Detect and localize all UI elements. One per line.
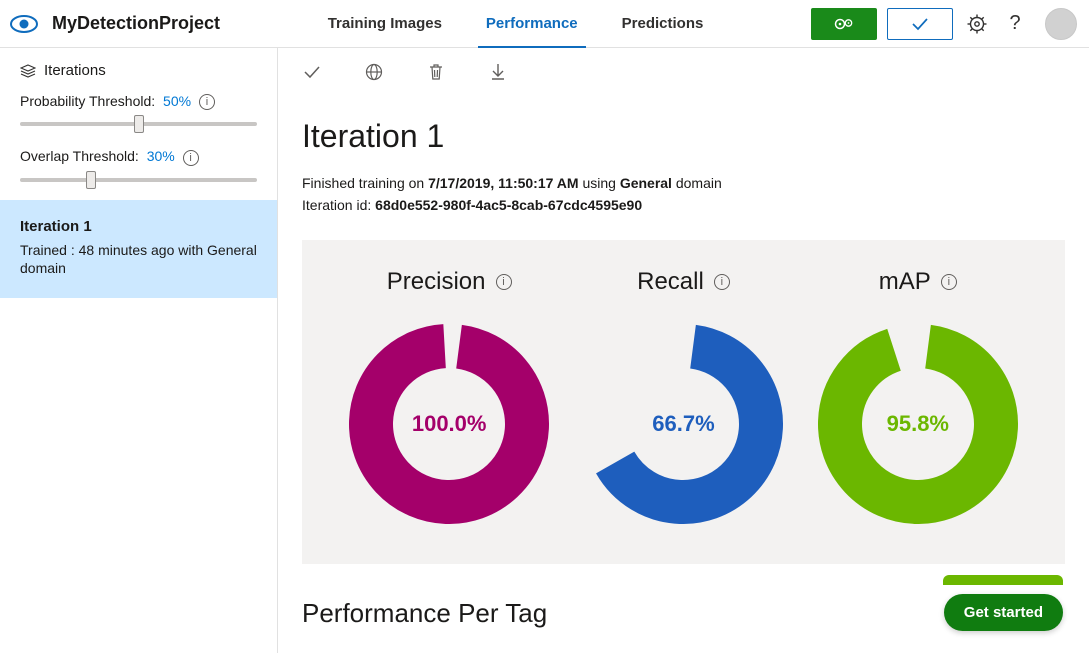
help-button[interactable]: ? [1001,10,1029,38]
project-name: MyDetectionProject [52,13,220,34]
overlap-threshold-slider[interactable] [20,170,257,190]
metric-title: Precision i [387,268,512,296]
slider-thumb[interactable] [86,171,96,189]
info-icon[interactable]: i [714,274,730,290]
metric-value: 100.0% [349,324,549,524]
overlap-threshold: Overlap Threshold: 30% i [20,148,257,189]
info-icon[interactable]: i [199,94,215,110]
layers-icon [20,64,36,78]
fab-accent-bar [943,575,1063,585]
iteration-toolbar [278,48,1089,96]
iteration-list-item[interactable]: Iteration 1 Trained : 48 minutes ago wit… [0,200,277,299]
probability-threshold-value: 50% [163,93,191,109]
slider-thumb[interactable] [134,115,144,133]
check-icon [303,65,321,79]
iterations-heading-label: Iterations [44,62,106,79]
metric-title: mAP i [879,268,957,296]
export-button[interactable] [488,62,508,82]
metric-precision: Precision i 100.0% [349,268,549,524]
info-icon[interactable]: i [941,274,957,290]
main-panel: Iteration 1 Finished training on 7/17/20… [278,118,1089,653]
metric-value: 66.7% [583,324,783,524]
publish-button[interactable] [364,62,384,82]
donut-chart: 95.8% [818,324,1018,524]
probability-threshold-label: Probability Threshold: [20,93,155,109]
probability-threshold-slider[interactable] [20,114,257,134]
delete-button[interactable] [426,62,446,82]
download-icon [490,63,506,81]
mark-default-button[interactable] [302,62,322,82]
train-button[interactable] [811,8,877,40]
sidebar-top-section: Iterations Probability Threshold: 50% i … [0,48,277,200]
tab-training-images[interactable]: Training Images [306,0,464,48]
info-icon[interactable]: i [496,274,512,290]
check-icon [911,17,929,31]
overlap-threshold-value: 30% [147,148,175,164]
sidebar: Iterations Probability Threshold: 50% i … [0,48,278,653]
gear-icon [967,14,987,34]
info-icon[interactable]: i [183,150,199,166]
metric-map: mAP i 95.8% [818,268,1018,524]
settings-button[interactable] [963,10,991,38]
trash-icon [428,63,444,81]
iteration-meta: Finished training on 7/17/2019, 11:50:17… [302,173,1065,216]
user-avatar[interactable] [1045,8,1077,40]
iteration-id: 68d0e552-980f-4ac5-8cab-67cdc4595e90 [375,197,642,213]
globe-icon [365,63,383,81]
tab-predictions[interactable]: Predictions [600,0,726,48]
metrics-panel: Precision i 100.0% Recall i 66.7% mAP i [302,240,1065,564]
topbar: MyDetectionProject Training Images Perfo… [0,0,1089,48]
overlap-threshold-label: Overlap Threshold: [20,148,139,164]
metric-value: 95.8% [818,324,1018,524]
tab-performance[interactable]: Performance [464,0,600,48]
probability-threshold: Probability Threshold: 50% i [20,93,257,134]
metric-recall: Recall i 66.7% [583,268,783,524]
content-area: Iteration 1 Finished training on 7/17/20… [278,48,1089,653]
gears-icon [833,16,855,32]
product-logo-icon [8,8,40,40]
donut-chart: 66.7% [583,324,783,524]
get-started-button[interactable]: Get started [944,594,1063,631]
iteration-item-subtitle: Trained : 48 minutes ago with General do… [20,241,257,279]
iteration-title: Iteration 1 [302,118,1065,155]
main-tabs: Training Images Performance Predictions [306,0,726,48]
quick-test-button[interactable] [887,8,953,40]
header-actions: ? [811,8,1077,40]
donut-chart: 100.0% [349,324,549,524]
metric-title: Recall i [637,268,730,296]
iteration-item-title: Iteration 1 [20,218,257,235]
iterations-heading: Iterations [20,62,257,79]
